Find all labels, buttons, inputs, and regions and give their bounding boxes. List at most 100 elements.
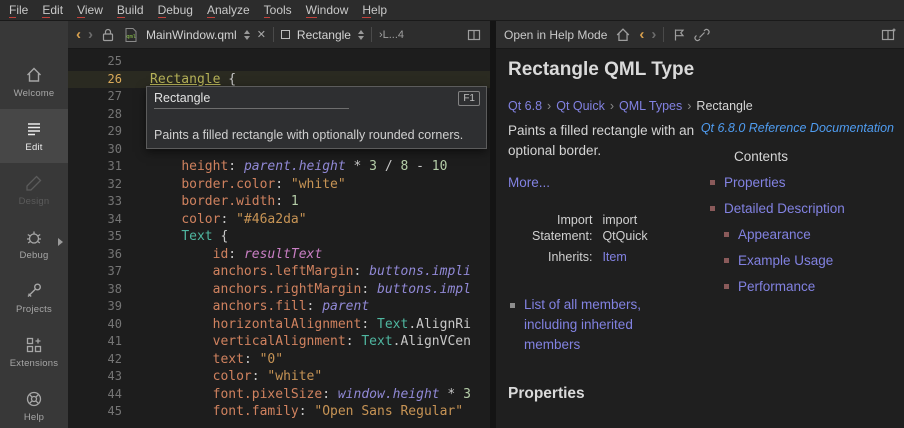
breadcrumb-qml-types[interactable]: QML Types — [619, 99, 682, 113]
design-icon — [24, 173, 44, 193]
menu-view[interactable]: View — [70, 1, 110, 19]
inherits-row: Inherits: Item — [532, 249, 664, 265]
symbol-dropdown-icon[interactable] — [358, 30, 364, 40]
code-line-38[interactable]: 38 anchors.rightMargin: buttons.impl — [68, 281, 490, 299]
code-text: color: "#46a2da" — [122, 212, 307, 227]
contents-link-performance[interactable]: Performance — [702, 279, 898, 294]
sidebar-item-label: Help — [24, 412, 44, 423]
projects-icon — [24, 281, 44, 301]
menu-edit[interactable]: Edit — [35, 1, 70, 19]
line-number: 27 — [68, 88, 122, 106]
current-symbol-name[interactable]: Rectangle — [297, 28, 351, 42]
link-icon[interactable] — [694, 27, 710, 43]
code-line-25[interactable]: 25 — [68, 53, 490, 71]
contents-link-detailed-description[interactable]: Detailed Description — [702, 201, 898, 216]
sidebar-item-label: Debug — [20, 250, 49, 261]
code-line-37[interactable]: 37 anchors.leftMargin: buttons.impli — [68, 263, 490, 281]
mode-sidebar: Welcome EditDesign Debug ProjectsExtensions… — [0, 21, 68, 428]
more-link[interactable]: More... — [508, 175, 550, 190]
menu-window[interactable]: Window — [299, 1, 356, 19]
contents-link-properties[interactable]: Properties — [702, 175, 898, 190]
extensions-icon — [24, 335, 44, 355]
breadcrumb: Qt 6.8›Qt Quick›QML Types›Rectangle — [508, 99, 753, 113]
file-dropdown-icon[interactable] — [244, 30, 250, 40]
sidebar-item-edit[interactable]: Edit — [0, 109, 68, 163]
cursor-position-indicator[interactable]: ›L...4 — [379, 29, 404, 41]
sidebar-item-welcome[interactable]: Welcome — [0, 55, 68, 109]
code-line-42[interactable]: 42 text: "0" — [68, 351, 490, 369]
contents-link-example-usage[interactable]: Example Usage — [702, 253, 898, 268]
home-icon[interactable] — [614, 26, 632, 44]
line-number: 33 — [68, 193, 122, 211]
line-number: 45 — [68, 403, 122, 421]
code-line-40[interactable]: 40 horizontalAlignment: Text.AlignRi — [68, 316, 490, 334]
code-text: font.family: "Open Sans Regular" — [122, 404, 463, 419]
import-statement-label: Import Statement: — [532, 212, 602, 244]
inherits-item-link[interactable]: Item — [602, 250, 626, 264]
code-editor[interactable]: 2526Rectangle {2728293031 height: parent… — [68, 49, 490, 428]
sidebar-item-projects[interactable]: Projects — [0, 271, 68, 325]
f1-shortcut-badge: F1 — [458, 91, 480, 106]
menu-build[interactable]: Build — [110, 1, 151, 19]
help-back-icon[interactable]: ‹ — [639, 27, 644, 42]
reference-doc-link[interactable]: Qt 6.8.0 Reference Documentation — [701, 121, 894, 135]
sidebar-item-design: Design — [0, 163, 68, 217]
bookmark-icon[interactable] — [671, 27, 687, 43]
close-document-button[interactable]: ✕ — [257, 28, 266, 41]
open-in-help-mode-button[interactable]: Open in Help Mode — [504, 28, 607, 42]
breadcrumb-qt-6-8[interactable]: Qt 6.8 — [508, 99, 542, 113]
line-number: 25 — [68, 53, 122, 71]
back-icon[interactable]: ‹ — [76, 27, 81, 42]
code-text: Text { — [122, 229, 228, 244]
code-line-43[interactable]: 43 color: "white" — [68, 368, 490, 386]
lock-icon[interactable] — [100, 27, 116, 43]
code-line-45[interactable]: 45 font.family: "Open Sans Regular" — [68, 403, 490, 421]
help-forward-icon[interactable]: › — [651, 27, 656, 42]
line-number: 31 — [68, 158, 122, 176]
toolbar-separator — [371, 27, 372, 42]
code-line-41[interactable]: 41 verticalAlignment: Text.AlignVCen — [68, 333, 490, 351]
debug-submenu-arrow-icon[interactable] — [58, 238, 63, 246]
code-line-31[interactable]: 31 height: parent.height * 3 / 8 - 10 — [68, 158, 490, 176]
help-icon — [24, 389, 44, 409]
bullet-icon — [710, 180, 715, 185]
inherits-label: Inherits: — [532, 249, 602, 265]
contents-panel: Contents Properties Detailed Description A… — [702, 149, 898, 294]
breadcrumb-separator-icon: › — [547, 99, 551, 113]
menu-debug[interactable]: Debug — [151, 1, 200, 19]
sidebar-item-label: Welcome — [14, 88, 55, 99]
code-line-34[interactable]: 34 color: "#46a2da" — [68, 211, 490, 229]
edit-icon — [24, 119, 44, 139]
symbol-icon — [281, 30, 290, 39]
code-line-39[interactable]: 39 anchors.fill: parent — [68, 298, 490, 316]
contents-heading: Contents — [734, 149, 898, 164]
open-file-name[interactable]: MainWindow.qml — [146, 28, 237, 42]
code-text: verticalAlignment: Text.AlignVCen — [122, 334, 471, 349]
code-line-33[interactable]: 33 border.width: 1 — [68, 193, 490, 211]
breadcrumb-qt-quick[interactable]: Qt Quick — [556, 99, 605, 113]
code-text: border.color: "white" — [122, 177, 346, 192]
sidebar-item-extensions[interactable]: Extensions — [0, 325, 68, 379]
sidebar-item-debug[interactable]: Debug — [0, 217, 68, 271]
help-split-icon[interactable] — [880, 27, 896, 43]
forward-icon[interactable]: › — [88, 27, 93, 42]
help-toolbar: Open in Help Mode ‹ › — [496, 21, 904, 49]
menu-analyze[interactable]: Analyze — [200, 1, 257, 19]
code-text — [122, 54, 150, 69]
bullet-icon — [724, 258, 729, 263]
hover-tooltip: Rectangle F1 Paints a filled rectangle w… — [146, 86, 487, 149]
menu-help[interactable]: Help — [355, 1, 394, 19]
editor-toolbar: ‹ › qml MainWindow.qml ✕ Rectangle ›L...… — [68, 21, 490, 49]
all-members-link[interactable]: List of all members, including inherited… — [524, 295, 680, 355]
code-line-32[interactable]: 32 border.color: "white" — [68, 176, 490, 194]
code-line-35[interactable]: 35 Text { — [68, 228, 490, 246]
code-text: text: "0" — [122, 352, 283, 367]
code-line-36[interactable]: 36 id: resultText — [68, 246, 490, 264]
tooltip-title: Rectangle — [154, 91, 210, 105]
split-icon[interactable] — [466, 27, 482, 43]
contents-link-appearance[interactable]: Appearance — [702, 227, 898, 242]
menu-file[interactable]: File — [2, 1, 35, 19]
code-line-44[interactable]: 44 font.pixelSize: window.height * 3 — [68, 386, 490, 404]
menu-tools[interactable]: Tools — [257, 1, 299, 19]
sidebar-item-help[interactable]: Help — [0, 379, 68, 428]
